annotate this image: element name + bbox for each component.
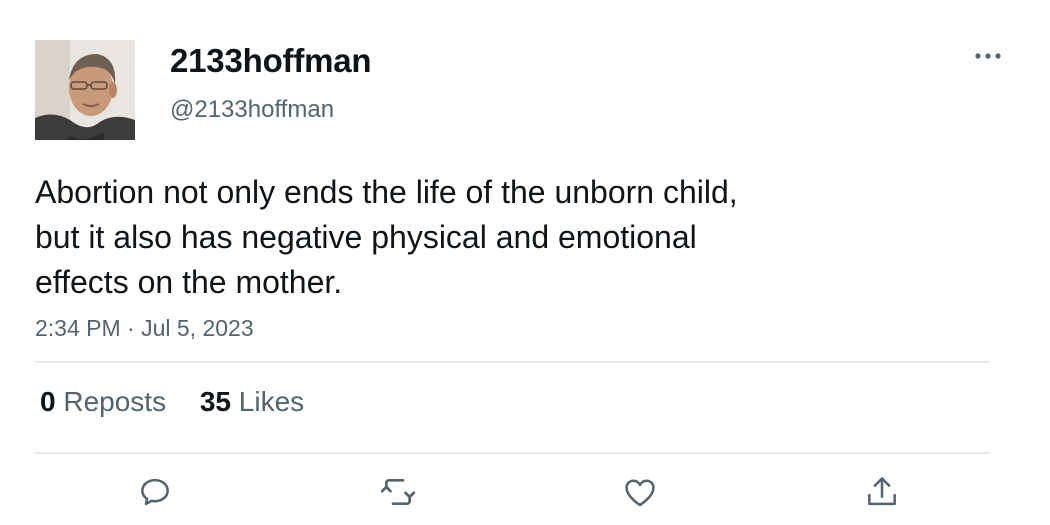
heart-icon xyxy=(621,473,659,516)
share-icon xyxy=(863,473,901,516)
likes-stat[interactable]: 35 Likes xyxy=(200,386,304,418)
avatar-image xyxy=(35,40,135,140)
tweet-text-line: Abortion not only ends the life of the u… xyxy=(35,174,738,210)
avatar[interactable] xyxy=(35,40,135,140)
tweet-text-line: effects on the mother. xyxy=(35,264,343,300)
repost-icon xyxy=(378,472,418,517)
tweet-text-line: but it also has negative physical and em… xyxy=(35,219,697,255)
reposts-label: Reposts xyxy=(63,386,167,417)
reply-button[interactable] xyxy=(135,474,175,514)
reposts-stat[interactable]: 0 Reposts xyxy=(40,386,166,418)
share-button[interactable] xyxy=(862,474,902,514)
repost-button[interactable] xyxy=(378,474,418,514)
divider xyxy=(35,361,990,363)
user-handle[interactable]: @2133hoffman xyxy=(170,96,334,124)
divider xyxy=(35,452,990,454)
tweet-timestamp[interactable]: 2:34 PM · Jul 5, 2023 xyxy=(35,315,254,342)
likes-label: Likes xyxy=(238,386,305,417)
like-button[interactable] xyxy=(620,474,660,514)
engagement-stats: 0 Reposts 35 Likes xyxy=(40,386,330,418)
more-horizontal-icon xyxy=(974,47,1002,65)
display-name[interactable]: 2133hoffman xyxy=(170,42,372,80)
more-options-button[interactable] xyxy=(968,40,1008,72)
tweet-text: Abortion not only ends the life of the u… xyxy=(35,170,915,305)
likes-count: 35 xyxy=(199,386,232,417)
reply-icon xyxy=(136,473,174,516)
reposts-count: 0 xyxy=(40,386,56,417)
